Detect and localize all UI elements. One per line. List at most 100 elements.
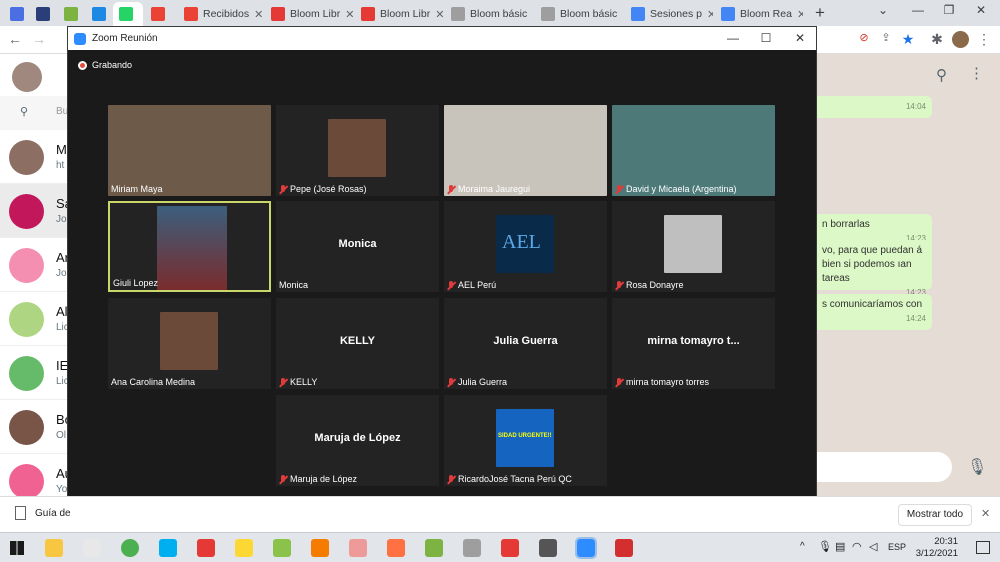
participant-tile[interactable]: Miriam Maya <box>108 105 271 196</box>
participant-tile[interactable]: SIDAD URGENTE!! RicardoJosé Tacna Perú QC <box>444 395 607 486</box>
search-bar[interactable]: ⚲ Bu <box>0 96 68 130</box>
participant-tile[interactable]: David y Micaela (Argentina) <box>612 105 775 196</box>
tray-expand-icon[interactable]: ^ <box>800 541 805 552</box>
chat-list-item[interactable]: Sa Jo <box>0 184 72 238</box>
close-window-button[interactable]: ✕ <box>968 3 994 17</box>
close-downloads-button[interactable]: ✕ <box>981 507 990 520</box>
notifications-icon[interactable] <box>976 541 990 554</box>
participant-name: RicardoJosé Tacna Perú QC <box>458 474 572 484</box>
tab-leaf-icon[interactable] <box>58 2 82 26</box>
chrome-icon[interactable] <box>121 539 139 557</box>
download-file-name[interactable]: Guía de <box>35 508 71 519</box>
profile-avatar[interactable] <box>952 31 969 48</box>
show-all-downloads-button[interactable]: Mostrar todo <box>898 504 972 526</box>
zoom-close-button[interactable]: ✕ <box>790 31 810 45</box>
participant-tile[interactable]: KELLY KELLY <box>276 298 439 389</box>
chat-list-item[interactable]: Mht <box>0 130 68 184</box>
microphone-tray-icon[interactable]: 🎙 <box>818 540 832 553</box>
close-tab-icon[interactable]: ✕ <box>707 8 713 21</box>
notes-icon[interactable] <box>235 539 253 557</box>
participant-tile[interactable]: AEL AEL Perú <box>444 201 607 292</box>
participant-tile[interactable]: Pepe (José Rosas) <box>276 105 439 196</box>
zoom-maximize-button[interactable]: ☐ <box>756 31 776 45</box>
close-tab-icon[interactable]: ✕ <box>532 8 533 21</box>
sketch-icon[interactable] <box>387 539 405 557</box>
extensions-icon[interactable]: ✱ <box>928 31 946 48</box>
zoom-minimize-button[interactable]: — <box>723 31 743 45</box>
chat-list-item[interactable]: IE Lic <box>0 346 69 400</box>
close-tab-icon[interactable]: ✕ <box>797 8 803 21</box>
new-tab-button[interactable]: + <box>810 3 830 23</box>
participant-caption: Julia Guerra <box>447 377 507 387</box>
notepad-icon[interactable] <box>273 539 291 557</box>
leaf-app-icon[interactable] <box>425 539 443 557</box>
tab-doc-icon[interactable]: Bloom básic ✕ <box>535 2 623 26</box>
windows-start-icon[interactable] <box>10 541 24 555</box>
paint-icon[interactable] <box>311 539 329 557</box>
share-icon[interactable]: ⇪ <box>877 31 895 44</box>
participant-tile[interactable]: Giuli Lopez <box>108 201 271 292</box>
participant-tile[interactable]: Maruja de López Maruja de López <box>276 395 439 486</box>
participant-tile[interactable]: Monica Monica <box>276 201 439 292</box>
chat-list-item[interactable]: Bo Ol <box>0 400 72 454</box>
tab-whatsapp-icon[interactable] <box>113 2 143 26</box>
tab-bloom-icon[interactable]: Bloom Libr ✕ <box>355 2 443 26</box>
participant-tile[interactable]: mirna tomayro t... mirna tomayro torres <box>612 298 775 389</box>
speaker-icon[interactable]: ◁ <box>869 540 877 553</box>
participant-caption: Maruja de López <box>279 474 357 484</box>
avatar <box>9 464 44 499</box>
close-tab-icon[interactable]: ✕ <box>254 8 263 21</box>
network-icon[interactable]: ▤ <box>835 540 845 553</box>
book-icon[interactable] <box>463 539 481 557</box>
participant-tile[interactable]: Rosa Donayre <box>612 201 775 292</box>
inkscape-icon[interactable] <box>539 539 557 557</box>
tab-docs-icon[interactable]: Sesiones p ✕ <box>625 2 713 26</box>
minimize-button[interactable]: — <box>905 3 931 17</box>
tab-search-button[interactable]: ⌄ <box>870 3 896 17</box>
participant-tile[interactable]: Julia Guerra Julia Guerra <box>444 298 607 389</box>
maximize-button[interactable]: ❐ <box>936 3 962 17</box>
participant-tile[interactable]: Moraima Jauregui <box>444 105 607 196</box>
chat-list-item[interactable]: Ar Jo <box>0 238 69 292</box>
recording-indicator[interactable]: Grabando <box>78 60 132 70</box>
snip-icon[interactable] <box>349 539 367 557</box>
user-avatar[interactable] <box>12 62 42 92</box>
tab-gmail-icon[interactable] <box>145 2 173 26</box>
muted-microphone-icon <box>447 377 455 387</box>
participant-caption: AEL Perú <box>447 280 496 290</box>
menu-dots-icon[interactable]: ⋮ <box>969 64 984 82</box>
tab-doc-icon[interactable]: Bloom básic ✕ <box>445 2 533 26</box>
wifi-icon[interactable]: ◠ <box>852 540 862 553</box>
bloom-app-icon[interactable] <box>501 539 519 557</box>
zoom-app-icon[interactable] <box>575 537 597 559</box>
tab-shield-icon[interactable] <box>30 2 54 26</box>
photo-caption: SIDAD URGENTE!! <box>498 433 552 439</box>
tab-v-icon[interactable] <box>4 2 28 26</box>
message-input[interactable] <box>816 452 952 482</box>
chat-list-item[interactable]: Al Lic <box>0 292 69 346</box>
close-tab-icon[interactable]: ✕ <box>345 8 353 21</box>
participant-caption: Monica <box>279 280 308 290</box>
forward-icon[interactable]: → <box>30 31 48 47</box>
tab-bloom-icon[interactable]: Bloom Libr ✕ <box>265 2 353 26</box>
pdf-icon[interactable] <box>615 539 633 557</box>
itunes-icon[interactable] <box>83 539 101 557</box>
bookmark-star-icon[interactable]: ★ <box>899 31 917 48</box>
skype-icon[interactable] <box>159 539 177 557</box>
clock[interactable]: 20:31 3/12/2021 <box>908 536 958 560</box>
close-tab-icon[interactable]: ✕ <box>622 8 623 21</box>
file-explorer-icon[interactable] <box>45 539 63 557</box>
photos-icon[interactable] <box>197 539 215 557</box>
tab-play-icon[interactable]: Bloom Rea ✕ <box>715 2 803 26</box>
language-indicator[interactable]: ESP <box>888 542 906 552</box>
participant-video <box>157 206 227 290</box>
tab-gmail-icon[interactable]: Recibidos ✕ <box>178 2 263 26</box>
blocked-icon[interactable]: ⊘ <box>855 31 873 44</box>
microphone-icon[interactable]: 🎙 <box>967 457 987 477</box>
search-icon[interactable]: ⚲ <box>936 66 947 84</box>
participant-tile[interactable]: Ana Carolina Medina <box>108 298 271 389</box>
back-icon[interactable]: ← <box>6 31 24 47</box>
tab-calendar-icon[interactable] <box>86 2 110 26</box>
close-tab-icon[interactable]: ✕ <box>435 8 443 21</box>
menu-dots-icon[interactable]: ⋮ <box>975 31 993 48</box>
